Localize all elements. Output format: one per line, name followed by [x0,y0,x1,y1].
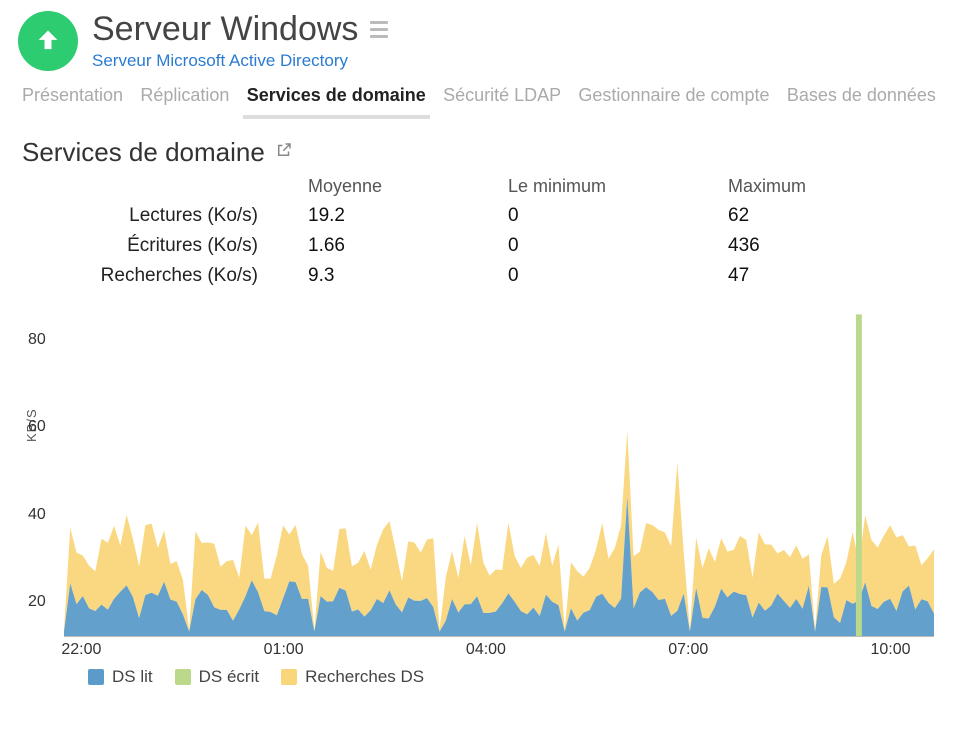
row-reads-max: 62 [728,205,928,227]
row-writes-avg: 1.66 [308,235,508,257]
legend-search-label: Recherches DS [305,667,424,687]
legend-search: Recherches DS [281,667,424,687]
section-title: Services de domaine [22,137,265,168]
row-reads-label: Lectures (Ko/s) [18,205,308,227]
chart-svg [64,297,934,636]
page-title: Serveur Windows [92,10,358,49]
xtick: 22:00 [61,641,101,659]
legend-reads: DS lit [88,667,153,687]
x-axis: 22:00 01:00 04:00 07:00 10:00 [64,637,934,661]
chart: KB/S 20406080 [64,297,934,637]
tab-replication[interactable]: Réplication [136,81,233,115]
xtick: 04:00 [466,641,506,659]
ytick: 80 [28,331,46,349]
row-writes-max: 436 [728,235,928,257]
col-min: Le minimum [508,176,728,197]
legend: DS lit DS écrit Recherches DS [88,667,940,687]
row-search-avg: 9.3 [308,265,508,287]
row-search-min: 0 [508,265,728,287]
legend-swatch-search [281,669,297,685]
tab-account-manager[interactable]: Gestionnaire de compte [574,81,773,115]
subtitle-link[interactable]: Serveur Microsoft Active Directory [92,51,388,71]
row-reads-avg: 19.2 [308,205,508,227]
ytick: 60 [28,418,46,436]
legend-reads-label: DS lit [112,667,153,687]
tab-ldap-security[interactable]: Sécurité LDAP [439,81,565,115]
col-avg: Moyenne [308,176,508,197]
row-search-label: Recherches (Ko/s) [18,265,308,287]
row-writes-label: Écritures (Ko/s) [18,235,308,257]
tab-presentation[interactable]: Présentation [18,81,127,115]
stats-table: Moyenne Le minimum Maximum Lectures (Ko/… [18,176,940,287]
legend-writes: DS écrit [175,667,259,687]
popout-icon[interactable] [275,141,293,164]
menu-icon[interactable] [370,21,388,38]
ytick: 40 [28,506,46,524]
tab-databases[interactable]: Bases de données [783,81,940,115]
tab-bar: Présentation Réplication Services de dom… [18,81,940,119]
legend-swatch-reads [88,669,104,685]
row-search-max: 47 [728,265,928,287]
xtick: 07:00 [668,641,708,659]
legend-writes-label: DS écrit [199,667,259,687]
row-reads-min: 0 [508,205,728,227]
xtick: 01:00 [264,641,304,659]
row-writes-min: 0 [508,235,728,257]
col-max: Maximum [728,176,928,197]
page-header: Serveur Windows Serveur Microsoft Active… [18,10,940,71]
tab-domain-services[interactable]: Services de domaine [243,81,430,119]
xtick: 10:00 [870,641,910,659]
ytick: 20 [28,593,46,611]
legend-swatch-writes [175,669,191,685]
status-up-icon [18,11,78,71]
